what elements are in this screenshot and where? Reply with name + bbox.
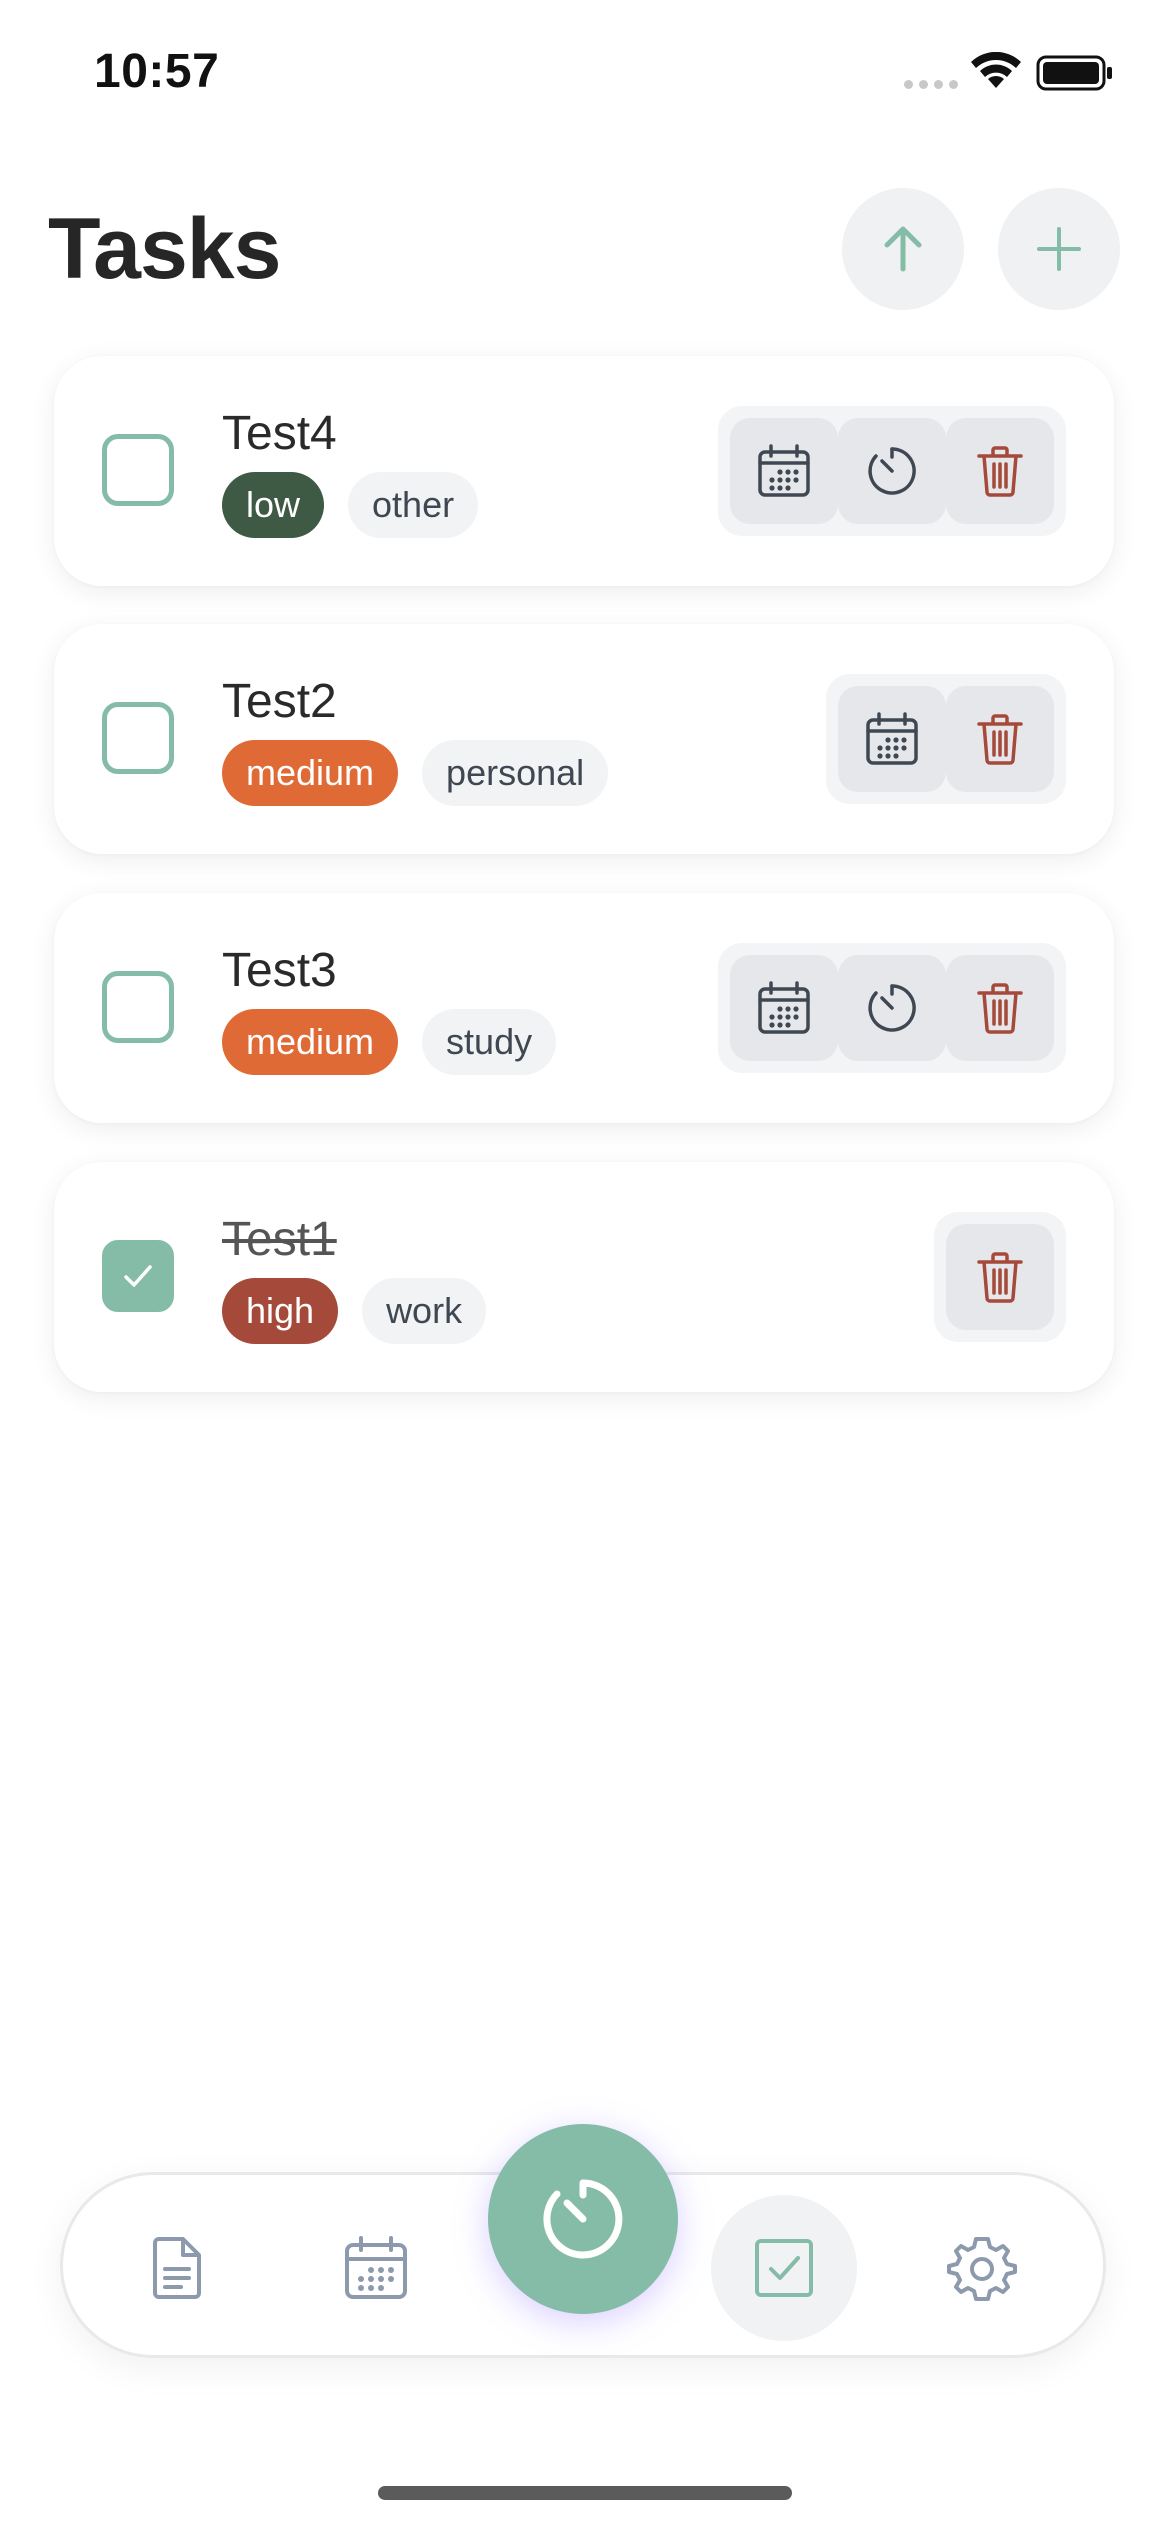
task-tags: high work <box>222 1278 487 1344</box>
nav-notes[interactable] <box>105 2195 251 2341</box>
trash-icon <box>977 1252 1023 1303</box>
task-tags: medium personal <box>222 740 609 806</box>
priority-badge: low <box>222 472 325 538</box>
home-indicator <box>378 2486 792 2500</box>
focus-timer-button[interactable] <box>488 2124 678 2314</box>
category-badge: other <box>348 472 479 538</box>
timer-icon <box>543 2179 623 2259</box>
nav-settings[interactable] <box>909 2195 1055 2341</box>
category-badge: personal <box>422 740 609 806</box>
schedule-button[interactable] <box>730 955 838 1061</box>
nav-tasks[interactable] <box>711 2195 857 2341</box>
delete-task-button[interactable] <box>946 1224 1054 1330</box>
calendar-icon <box>345 2236 407 2299</box>
schedule-button[interactable] <box>838 686 946 792</box>
trash-icon <box>977 983 1023 1034</box>
calendar-icon <box>866 712 918 765</box>
status-bar: 10:57 <box>0 0 1170 150</box>
task-title: Test3 <box>222 944 337 997</box>
priority-badge: medium <box>222 740 399 806</box>
task-title: Test1 <box>222 1213 337 1266</box>
task-checkbox[interactable] <box>102 1240 174 1312</box>
task-actions <box>934 1212 1066 1342</box>
timer-icon <box>868 447 916 495</box>
schedule-button[interactable] <box>730 418 838 524</box>
gear-icon <box>947 2237 1017 2301</box>
battery-icon <box>1036 55 1112 91</box>
add-task-button[interactable] <box>998 188 1120 310</box>
document-icon <box>153 2237 201 2299</box>
task-title: Test2 <box>222 675 337 728</box>
screen: 10:57 Tasks Test4 low other Test2 medium pers… <box>0 0 1170 2532</box>
task-actions <box>718 406 1066 536</box>
plus-icon <box>1037 227 1081 271</box>
trash-icon <box>977 714 1023 765</box>
delete-task-button[interactable] <box>946 686 1054 792</box>
task-card[interactable]: Test4 low other <box>54 356 1114 586</box>
task-tags: low other <box>222 472 479 538</box>
start-timer-button[interactable] <box>838 955 946 1061</box>
sort-up-button[interactable] <box>842 188 964 310</box>
task-checkbox[interactable] <box>102 702 174 774</box>
delete-task-button[interactable] <box>946 418 1054 524</box>
nav-calendar[interactable] <box>303 2195 449 2341</box>
calendar-icon <box>758 981 810 1034</box>
task-tags: medium study <box>222 1009 557 1075</box>
status-time: 10:57 <box>94 45 220 98</box>
calendar-icon <box>758 444 810 497</box>
task-checkbox[interactable] <box>102 971 174 1043</box>
task-card[interactable]: Test2 medium personal <box>54 624 1114 854</box>
delete-task-button[interactable] <box>946 955 1054 1061</box>
timer-icon <box>868 984 916 1032</box>
priority-badge: high <box>222 1278 339 1344</box>
category-badge: study <box>422 1009 557 1075</box>
task-actions <box>826 674 1066 804</box>
arrow-up-icon <box>884 226 922 272</box>
page-title: Tasks <box>48 201 281 297</box>
priority-badge: medium <box>222 1009 399 1075</box>
task-card[interactable]: Test3 medium study <box>54 893 1114 1123</box>
category-badge: work <box>362 1278 487 1344</box>
wifi-icon <box>971 52 1021 88</box>
task-actions <box>718 943 1066 1073</box>
task-checkbox[interactable] <box>102 434 174 506</box>
task-card[interactable]: Test1 high work <box>54 1162 1114 1392</box>
checkbox-icon <box>755 2239 813 2297</box>
trash-icon <box>977 446 1023 497</box>
start-timer-button[interactable] <box>838 418 946 524</box>
checkmark-icon <box>124 1265 152 1287</box>
signal-icon <box>904 80 958 89</box>
task-title: Test4 <box>222 407 337 460</box>
